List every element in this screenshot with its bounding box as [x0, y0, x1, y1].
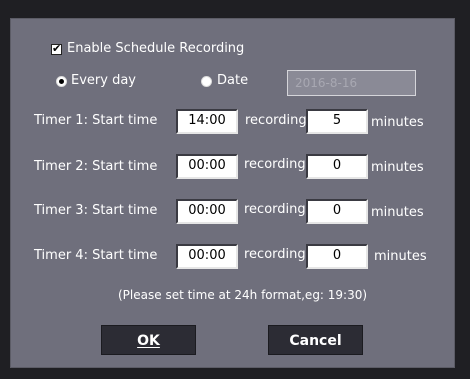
timer-2-unit-label: minutes: [371, 160, 424, 175]
date-radio[interactable]: [201, 76, 212, 87]
schedule-recording-dialog: ✔ Enable Schedule Recording Every day Da…: [10, 18, 455, 368]
timer-3-start-input[interactable]: 00:00: [176, 199, 238, 224]
timer-3-duration-input[interactable]: 0: [306, 199, 368, 224]
timer-2-start-input[interactable]: 00:00: [176, 154, 238, 179]
timer-4-start-input[interactable]: 00:00: [176, 244, 238, 269]
timer-2-label: Timer 2: Start time: [34, 159, 158, 174]
timer-1-duration-input[interactable]: 5: [306, 109, 368, 134]
timer-2-recording-label: recording: [244, 157, 306, 172]
every-day-radio[interactable]: [56, 76, 67, 87]
timer-3-unit-label: minutes: [371, 205, 424, 220]
checkmark-icon: ✔: [52, 42, 62, 55]
timer-1-start-input[interactable]: 14:00: [176, 109, 238, 134]
enable-schedule-checkbox[interactable]: ✔: [51, 42, 62, 55]
date-input[interactable]: 2016-8-16: [287, 70, 416, 96]
timer-4-duration-input[interactable]: 0: [306, 244, 368, 269]
radio-selected-dot-icon: [59, 79, 64, 84]
ok-button-label: OK: [137, 333, 160, 349]
cancel-button[interactable]: Cancel: [268, 325, 363, 355]
timer-3-label: Timer 3: Start time: [34, 203, 158, 218]
timer-4-unit-label: minutes: [374, 249, 427, 264]
timer-4-recording-label: recording: [244, 247, 306, 262]
timer-2-duration-input[interactable]: 0: [306, 154, 368, 179]
date-label: Date: [217, 73, 249, 88]
timer-1-unit-label: minutes: [371, 115, 424, 130]
enable-schedule-label: Enable Schedule Recording: [67, 41, 245, 56]
cancel-button-label: Cancel: [289, 333, 342, 349]
every-day-label: Every day: [71, 73, 136, 88]
timer-1-recording-label: recording: [245, 113, 307, 128]
time-format-hint: (Please set time at 24h format,eg: 19:30…: [118, 288, 368, 302]
timer-4-label: Timer 4: Start time: [34, 248, 158, 263]
timer-1-label: Timer 1: Start time: [34, 113, 158, 128]
screen-background: ✔ Enable Schedule Recording Every day Da…: [0, 0, 470, 379]
ok-button[interactable]: OK: [101, 325, 196, 355]
timer-3-recording-label: recording: [244, 202, 306, 217]
